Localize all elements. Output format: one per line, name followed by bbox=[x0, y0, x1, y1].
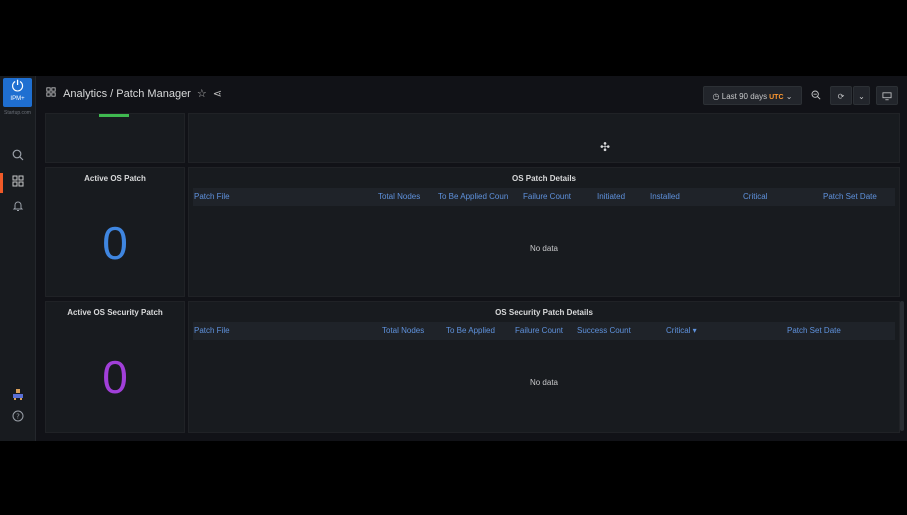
monitor-icon bbox=[882, 92, 892, 101]
user-avatar-icon[interactable] bbox=[8, 386, 28, 406]
no-data-message: No data bbox=[529, 378, 559, 387]
active-os-patch-panel: Active OS Patch 0 bbox=[45, 167, 185, 297]
column-header[interactable]: Failure Count bbox=[523, 188, 571, 206]
panel-title: OS Patch Details bbox=[511, 174, 577, 183]
active-nav-indicator bbox=[0, 173, 3, 193]
table-panel-partial: ✣ bbox=[188, 113, 900, 163]
os-patch-details-panel: OS Patch Details Patch File Total Nodes … bbox=[188, 167, 900, 297]
logo-subtext: Startup.com bbox=[4, 110, 31, 116]
tv-mode-button[interactable] bbox=[876, 86, 898, 105]
search-icon[interactable] bbox=[8, 147, 28, 167]
column-header[interactable]: Critical bbox=[743, 188, 767, 206]
time-range-picker[interactable]: ◷ Last 90 days UTC ⌄ bbox=[703, 86, 802, 105]
column-header[interactable]: To Be Applied Coun bbox=[438, 188, 508, 206]
column-header[interactable]: Success Count bbox=[577, 322, 631, 340]
column-header[interactable]: Installed bbox=[650, 188, 680, 206]
breadcrumb-text[interactable]: Analytics / Patch Manager bbox=[63, 88, 191, 100]
refresh-button[interactable]: ⟳ bbox=[830, 86, 852, 105]
zoom-out-icon bbox=[811, 90, 821, 100]
dashboards-grid-icon bbox=[46, 87, 59, 100]
green-indicator-bar bbox=[99, 114, 129, 117]
share-icon[interactable]: ⋖ bbox=[213, 88, 222, 100]
column-header[interactable]: Patch Set Date bbox=[823, 188, 877, 206]
stat-panel-partial bbox=[45, 113, 185, 163]
column-header[interactable]: Patch File bbox=[194, 188, 230, 206]
column-header[interactable]: Critical ▾ bbox=[666, 322, 697, 340]
help-icon[interactable]: ? bbox=[8, 408, 28, 428]
alerts-bell-icon[interactable] bbox=[8, 198, 28, 218]
column-header[interactable]: To Be Applied bbox=[446, 322, 495, 340]
sidebar: ⏻ IPM+ Startup.com ? bbox=[0, 76, 36, 441]
panel-title: Active OS Patch bbox=[84, 174, 146, 183]
time-range-label: Last 90 days bbox=[721, 92, 768, 101]
move-icon[interactable]: ✣ bbox=[600, 140, 610, 154]
logo-text: IPM+ bbox=[10, 96, 25, 102]
refresh-interval-dropdown[interactable]: ⌄ bbox=[853, 86, 870, 105]
chevron-down-icon: ⌄ bbox=[858, 92, 865, 101]
panel-title: Active OS Security Patch bbox=[67, 308, 163, 317]
refresh-icon: ⟳ bbox=[837, 92, 845, 101]
chevron-down-icon: ⌄ bbox=[785, 92, 793, 101]
active-os-patch-value: 0 bbox=[102, 217, 128, 269]
column-header[interactable]: Failure Count bbox=[515, 322, 563, 340]
home-logo[interactable]: ⏻ IPM+ bbox=[3, 78, 32, 107]
star-icon[interactable]: ☆ bbox=[197, 88, 207, 100]
table-header: Patch File Total Nodes To Be Applied Cou… bbox=[193, 188, 895, 206]
active-os-security-patch-value: 0 bbox=[102, 351, 128, 403]
clock-icon: ◷ bbox=[712, 92, 720, 101]
table-header: Patch File Total Nodes To Be Applied Fai… bbox=[193, 322, 895, 340]
column-header[interactable]: Initiated bbox=[597, 188, 625, 206]
active-os-security-patch-panel: Active OS Security Patch 0 bbox=[45, 301, 185, 433]
column-header[interactable]: Total Nodes bbox=[378, 188, 420, 206]
panel-title: OS Security Patch Details bbox=[495, 308, 593, 317]
column-header[interactable]: Patch File bbox=[194, 322, 230, 340]
os-security-patch-details-panel: OS Security Patch Details Patch File Tot… bbox=[188, 301, 900, 433]
top-bar: Analytics / Patch Manager ☆ ⋖ ◷ Last 90 da… bbox=[36, 76, 907, 112]
power-icon: ⏻ bbox=[11, 78, 24, 95]
timezone-label: UTC bbox=[769, 94, 784, 101]
zoom-out-button[interactable] bbox=[806, 86, 826, 105]
scrollbar[interactable] bbox=[900, 301, 904, 431]
breadcrumb: Analytics / Patch Manager ☆ ⋖ bbox=[46, 87, 222, 100]
column-header[interactable]: Patch Set Date bbox=[787, 322, 841, 340]
dashboard-app: ⏻ IPM+ Startup.com ? Analytics / Patch M… bbox=[0, 76, 907, 441]
svg-text:?: ? bbox=[16, 413, 20, 421]
column-header[interactable]: Total Nodes bbox=[382, 322, 424, 340]
no-data-message: No data bbox=[529, 244, 559, 253]
dashboards-icon[interactable] bbox=[8, 173, 28, 193]
